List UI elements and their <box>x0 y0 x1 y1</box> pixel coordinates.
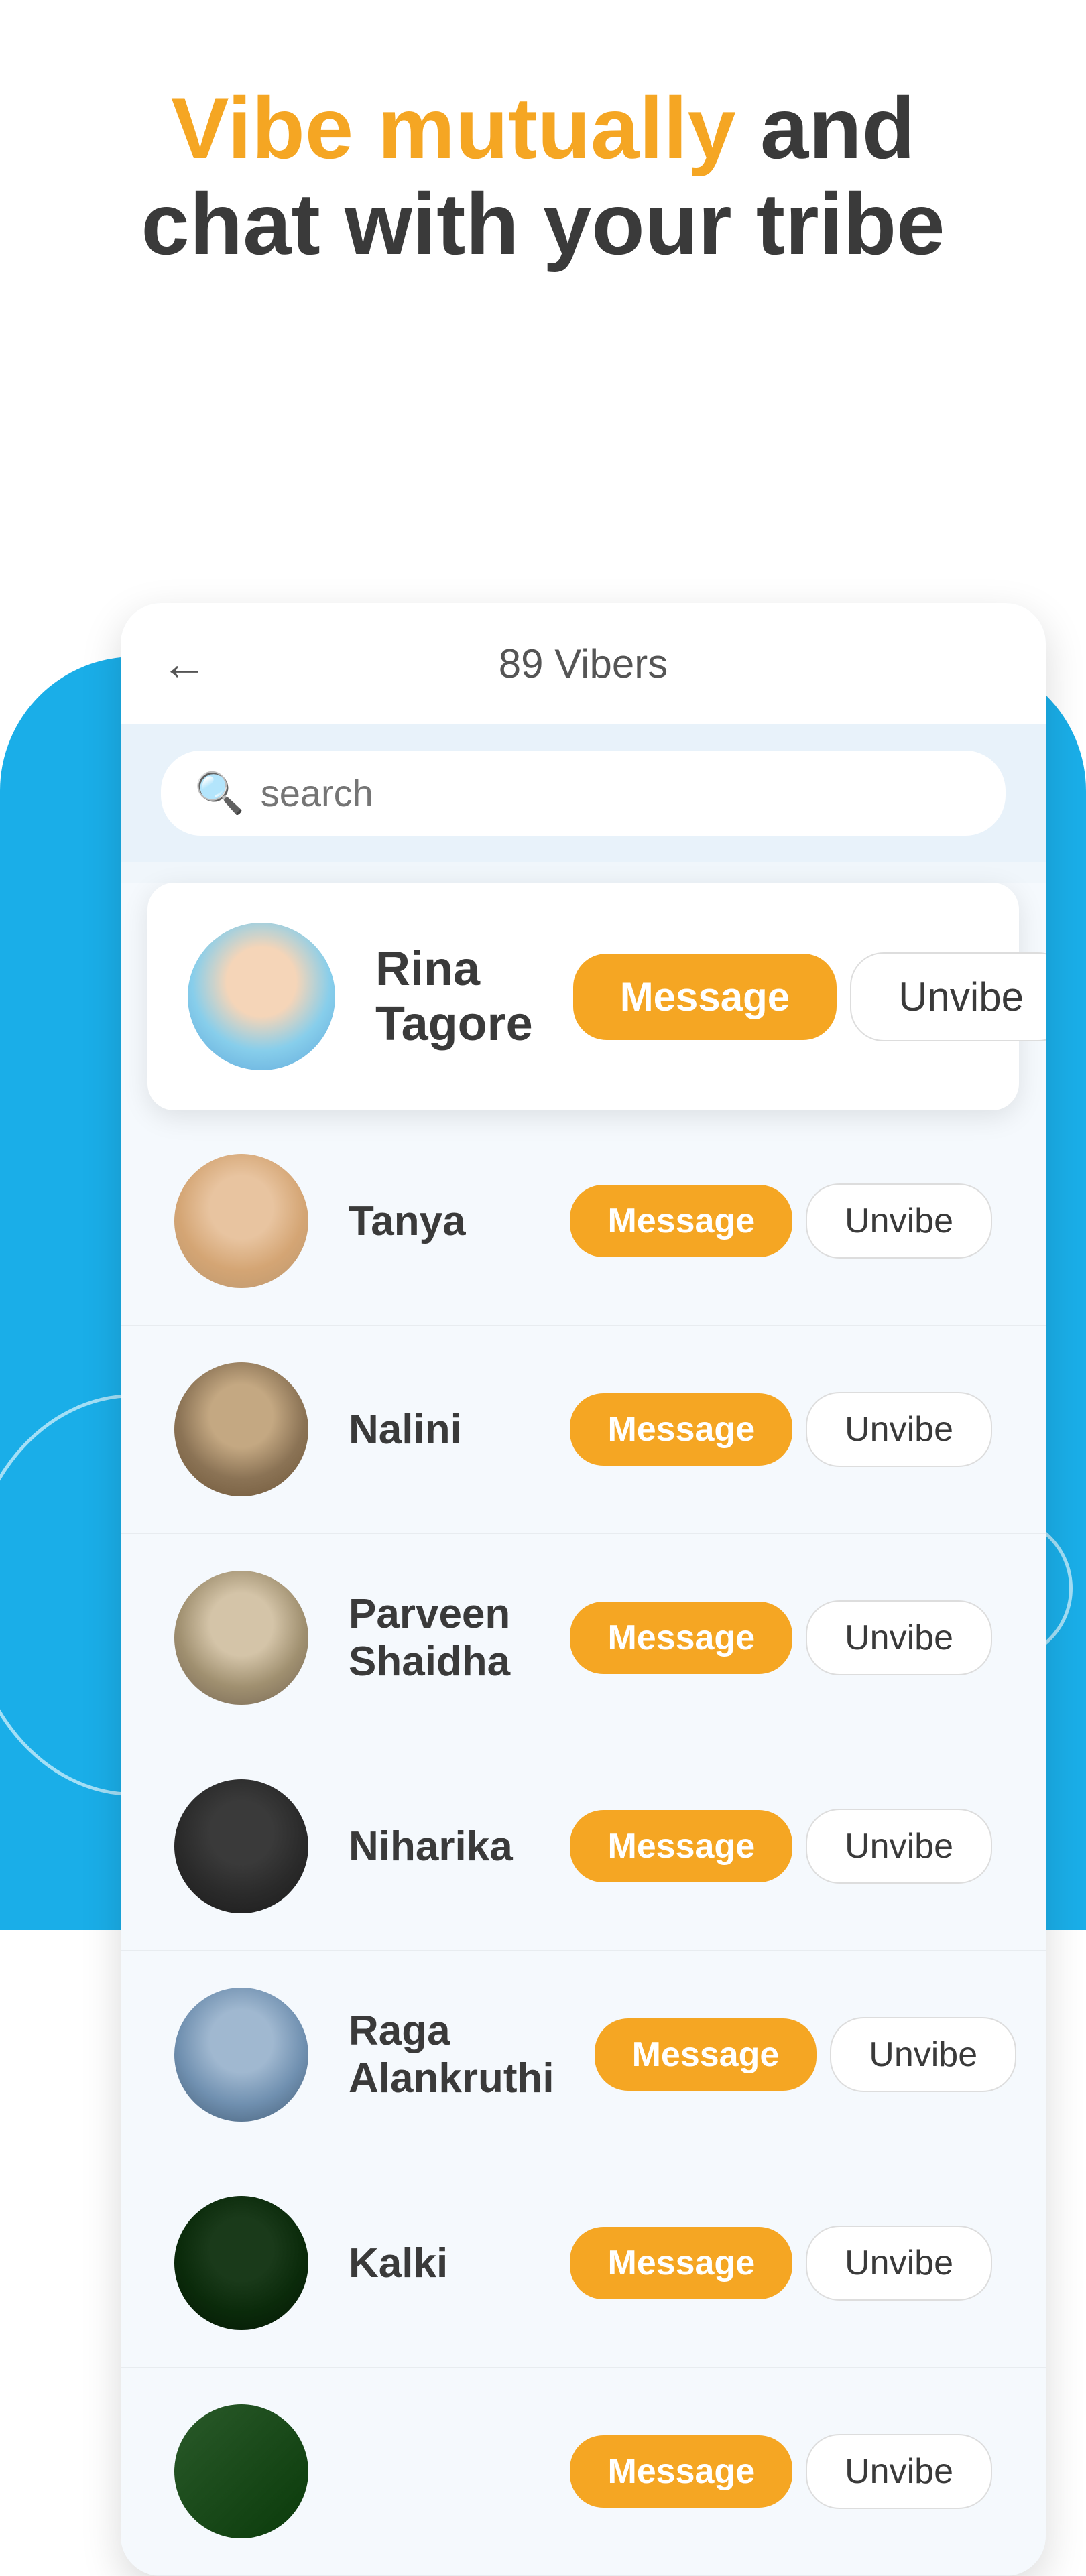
unvibe-button[interactable]: Unvibe <box>806 2226 992 2301</box>
action-buttons: Message Unvibe <box>570 1809 992 1884</box>
avatar <box>174 1988 308 2122</box>
action-buttons: Message Unvibe <box>595 2017 1017 2092</box>
message-button[interactable]: Message <box>570 1393 792 1466</box>
avatar <box>174 1571 308 1705</box>
action-buttons: Message Unvibe <box>573 952 1046 1041</box>
hero-orange-text: Vibe mutually <box>171 79 736 177</box>
avatar <box>174 1154 308 1288</box>
list-item: Message Unvibe <box>121 2368 1046 2576</box>
user-name: Parveen Shaidha <box>349 1590 530 1685</box>
avatar <box>174 2404 308 2538</box>
panel-topbar: ← 89 Vibers <box>121 603 1046 724</box>
message-button[interactable]: Message <box>595 2018 817 2091</box>
hero-dark-text: and <box>760 79 915 177</box>
unvibe-button[interactable]: Unvibe <box>806 1183 992 1259</box>
unvibe-button[interactable]: Unvibe <box>806 2434 992 2509</box>
user-name: Kalki <box>349 2240 530 2287</box>
message-button[interactable]: Message <box>570 2435 792 2508</box>
list-item: Parveen Shaidha Message Unvibe <box>121 1534 1046 1742</box>
search-icon: 🔍 <box>194 769 245 817</box>
user-card-featured: Rina Tagore Message Unvibe <box>147 883 1019 1110</box>
action-buttons: Message Unvibe <box>570 2434 992 2509</box>
message-button[interactable]: Message <box>573 954 837 1040</box>
action-buttons: Message Unvibe <box>570 1183 992 1259</box>
user-name: Tanya <box>349 1198 530 1245</box>
avatar <box>174 1362 308 1496</box>
message-button[interactable]: Message <box>570 1185 792 1257</box>
message-button[interactable]: Message <box>570 1602 792 1674</box>
main-panel: ← 89 Vibers 🔍 Rina Tagore Message Unvibe… <box>121 603 1046 2576</box>
unvibe-button[interactable]: Unvibe <box>850 952 1046 1041</box>
user-name: Nalini <box>349 1406 530 1454</box>
user-list: Rina Tagore Message Unvibe Tanya Message… <box>121 883 1046 2576</box>
action-buttons: Message Unvibe <box>570 2226 992 2301</box>
user-name: Niharika <box>349 1823 530 1870</box>
message-button[interactable]: Message <box>570 1810 792 1882</box>
hero-line2: chat with your tribe <box>54 176 1032 272</box>
unvibe-button[interactable]: Unvibe <box>806 1600 992 1675</box>
user-name-featured: Rina Tagore <box>375 942 533 1051</box>
message-button[interactable]: Message <box>570 2227 792 2299</box>
user-name: Raga Alankruthi <box>349 2007 554 2102</box>
panel-title: 89 Vibers <box>499 641 668 687</box>
list-item: Raga Alankruthi Message Unvibe <box>121 1951 1046 2159</box>
action-buttons: Message Unvibe <box>570 1392 992 1467</box>
list-item: Kalki Message Unvibe <box>121 2159 1046 2368</box>
list-item: Tanya Message Unvibe <box>121 1117 1046 1326</box>
hero-section: Vibe mutually and chat with your tribe <box>0 80 1086 272</box>
avatar <box>174 2196 308 2330</box>
avatar <box>188 923 335 1070</box>
action-buttons: Message Unvibe <box>570 1600 992 1675</box>
hero-line1: Vibe mutually and <box>54 80 1032 176</box>
search-bar: 🔍 <box>161 751 1006 836</box>
search-area: 🔍 <box>121 724 1046 862</box>
list-item: Nalini Message Unvibe <box>121 1326 1046 1534</box>
list-item: Niharika Message Unvibe <box>121 1742 1046 1951</box>
search-input[interactable] <box>261 771 972 815</box>
avatar <box>174 1779 308 1913</box>
unvibe-button[interactable]: Unvibe <box>806 1392 992 1467</box>
back-button[interactable]: ← <box>161 637 208 690</box>
unvibe-button[interactable]: Unvibe <box>806 1809 992 1884</box>
unvibe-button[interactable]: Unvibe <box>830 2017 1016 2092</box>
